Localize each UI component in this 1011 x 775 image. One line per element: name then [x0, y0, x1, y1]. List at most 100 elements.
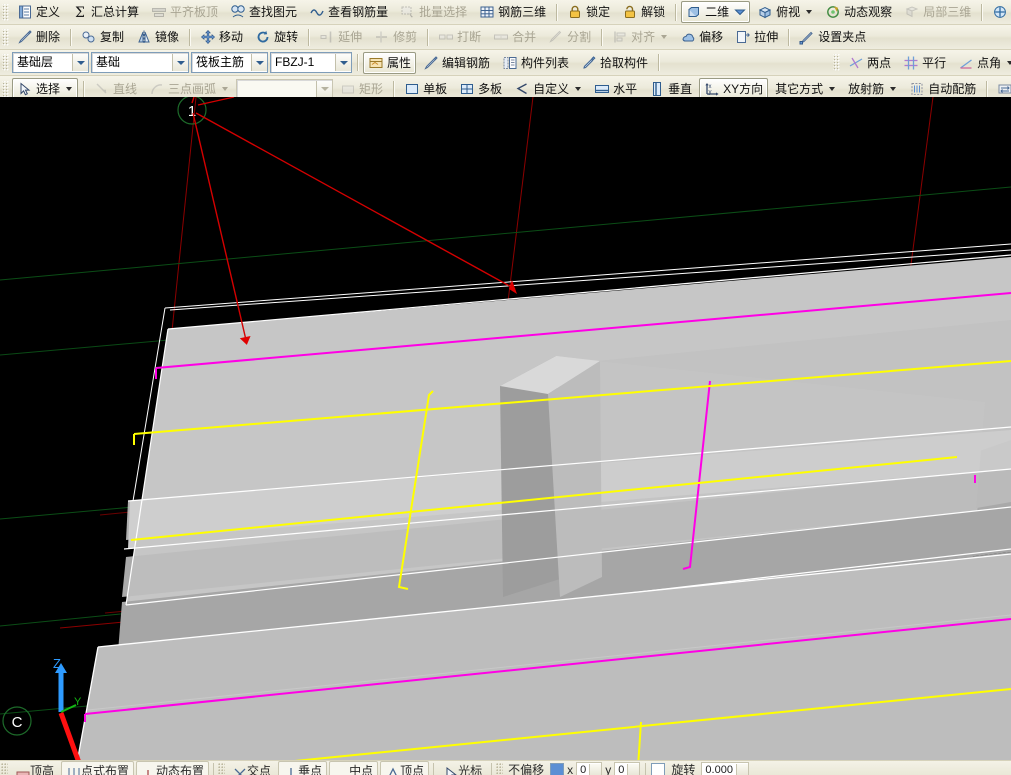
- status-button-point-layout[interactable]: 点式布置: [61, 761, 135, 775]
- toolbar-button-split[interactable]: 分割: [543, 26, 596, 48]
- toolbar-button-label: 二维: [705, 5, 730, 19]
- toolbar-separator: [658, 54, 660, 71]
- chevron-down-icon[interactable]: [316, 80, 333, 98]
- viewport-3d[interactable]: 1 C Z Y: [0, 97, 1011, 760]
- toolbar-button-pick-component[interactable]: 拾取构件: [576, 52, 653, 74]
- status-button-top-height[interactable]: 顶高: [10, 761, 59, 775]
- toolbar-button-delete[interactable]: 删除: [12, 26, 65, 48]
- toolbar-button-summary-calc[interactable]: Σ 汇总计算: [67, 1, 144, 23]
- component-select[interactable]: 筏板主筋: [191, 52, 268, 73]
- toolbar-button-find-element[interactable]: 查找图元: [225, 1, 302, 23]
- offset-y-stepper[interactable]: 0: [614, 762, 641, 775]
- status-button-label: 顶点: [400, 764, 425, 775]
- toolbar-button-label: 打断: [457, 30, 482, 44]
- toolbar-button-top-view[interactable]: 俯视: [752, 1, 818, 23]
- toolbar-button-align[interactable]: 对齐: [607, 26, 673, 48]
- merge-icon: [493, 29, 509, 45]
- member-select[interactable]: FBZJ-1: [270, 52, 352, 73]
- toolbar-button-unlock[interactable]: 解锁: [617, 1, 670, 23]
- chevron-down-icon[interactable]: [829, 87, 836, 91]
- toolbar-button-edit-rebar[interactable]: 编辑钢筋: [418, 52, 495, 74]
- toolbar-button-define[interactable]: 定义: [12, 1, 65, 23]
- status-button-perpendicular[interactable]: 垂点: [278, 761, 328, 775]
- toolbar-button-component-list[interactable]: 构件列表: [497, 52, 574, 74]
- floor-select[interactable]: 基础层: [12, 52, 89, 73]
- toolbar-button-rebar-3d[interactable]: 钢筋三维: [474, 1, 551, 23]
- toolbar-button-parallel[interactable]: 平行: [898, 52, 951, 74]
- toolbar-button-extend[interactable]: 延伸: [314, 26, 367, 48]
- toolbar-button-move[interactable]: 移动: [195, 26, 248, 48]
- chevron-down-icon[interactable]: [575, 87, 582, 91]
- offset-enable-checkbox[interactable]: [550, 763, 565, 775]
- status-button-midpoint[interactable]: 中点: [329, 761, 379, 775]
- toolbar-button-rotate[interactable]: 旋转: [250, 26, 303, 48]
- lock-icon: [567, 4, 583, 20]
- toolbar-grip[interactable]: [2, 54, 9, 71]
- viewport-scene[interactable]: 1 C Z Y: [0, 97, 1011, 760]
- point-layout-icon: [66, 766, 80, 775]
- toolbar-separator: [788, 28, 790, 46]
- toolbar-button-lock[interactable]: 锁定: [562, 1, 615, 23]
- chevron-down-icon[interactable]: [251, 54, 267, 71]
- toolbar-button-copy[interactable]: 复制: [76, 26, 129, 48]
- status-grip[interactable]: [218, 763, 226, 775]
- toolbar-button-mirror[interactable]: 镜像: [131, 26, 184, 48]
- chevron-down-icon[interactable]: [661, 35, 668, 39]
- category-select[interactable]: 基础: [91, 52, 189, 73]
- toolbar-grip[interactable]: [833, 54, 841, 71]
- status-button-intersection[interactable]: 交点: [227, 761, 276, 775]
- gizmo-z-label: Z: [53, 656, 61, 671]
- toolbar-button-two-point[interactable]: 两点: [843, 52, 896, 74]
- chevron-down-icon[interactable]: [890, 87, 897, 91]
- toolbar-button-fullscreen[interactable]: 全屏: [987, 1, 1011, 23]
- offset-x-stepper[interactable]: 0: [576, 762, 603, 775]
- chevron-down-icon[interactable]: [1007, 60, 1011, 65]
- toolbar-button-merge[interactable]: 合并: [488, 26, 541, 48]
- status-separator: [645, 763, 647, 775]
- toolbar-button-label: 镜像: [155, 30, 180, 44]
- toolbar-separator: [83, 80, 85, 98]
- status-button-dynamic-layout[interactable]: 动态布置: [136, 761, 210, 775]
- vertex-icon: [385, 766, 398, 775]
- status-button-vertex[interactable]: 顶点: [380, 761, 430, 775]
- toolbar-button-point-angle[interactable]: 点角: [953, 52, 1011, 74]
- chevron-down-icon[interactable]: [335, 54, 351, 71]
- status-grip[interactable]: [1, 763, 8, 775]
- axis-bubble-C[interactable]: C: [2, 706, 32, 736]
- split-icon: [548, 29, 564, 45]
- toolbar-grip[interactable]: [2, 80, 9, 98]
- chevron-down-icon[interactable]: [66, 87, 73, 91]
- toolbar-separator: [601, 28, 603, 46]
- toolbar-button-set-grip[interactable]: 设置夹点: [794, 26, 871, 48]
- toolbar-button-align-slab-top[interactable]: 平齐板顶: [146, 1, 223, 23]
- toolbar-button-2d[interactable]: 二维: [681, 1, 751, 23]
- toolbar-button-batch-select[interactable]: 批量选择: [395, 1, 472, 23]
- toolbar-button-trim[interactable]: 修剪: [369, 26, 422, 48]
- toolbar-button-stretch[interactable]: 拉伸: [730, 26, 783, 48]
- status-bar: 顶高 点式布置 动态布置 交点 垂点 中点 顶点 光标 不偏移 x 0 y 0 …: [0, 760, 1011, 775]
- status-button-label: 顶高: [30, 764, 55, 775]
- toolbar-separator: [70, 28, 72, 46]
- toolbar-button-dynamic-observe[interactable]: 动态观察: [820, 1, 897, 23]
- status-button-cursor[interactable]: 光标: [438, 761, 487, 775]
- offset-y-value: 0: [618, 763, 625, 775]
- chevron-down-icon[interactable]: [172, 54, 188, 71]
- toolbar-button-view-rebar-qty[interactable]: 查看钢筋量: [304, 1, 393, 23]
- toolbar-grip[interactable]: [2, 28, 9, 46]
- toolbar-button-offset[interactable]: 偏移: [675, 26, 728, 48]
- chevron-down-icon[interactable]: [806, 10, 813, 14]
- toolbar-button-properties[interactable]: 属性: [363, 51, 417, 74]
- chevron-down-icon[interactable]: [222, 87, 229, 91]
- rotate-checkbox[interactable]: [651, 763, 666, 775]
- toolbar-button-break[interactable]: 打断: [433, 26, 486, 48]
- toolbar-button-label: 直线: [113, 82, 138, 96]
- offset-x-value: 0: [580, 763, 587, 775]
- toolbar-grip[interactable]: [2, 3, 9, 21]
- rotate-stepper[interactable]: 0.000: [701, 762, 749, 775]
- toolbar-button-local-3d[interactable]: 局部三维: [899, 1, 976, 23]
- status-grip[interactable]: [496, 763, 504, 775]
- chevron-down-icon[interactable]: [72, 54, 88, 71]
- multi-slab-icon: [459, 81, 475, 97]
- toolbar-button-label: 复制: [100, 30, 125, 44]
- chevron-down-icon[interactable]: [732, 4, 746, 20]
